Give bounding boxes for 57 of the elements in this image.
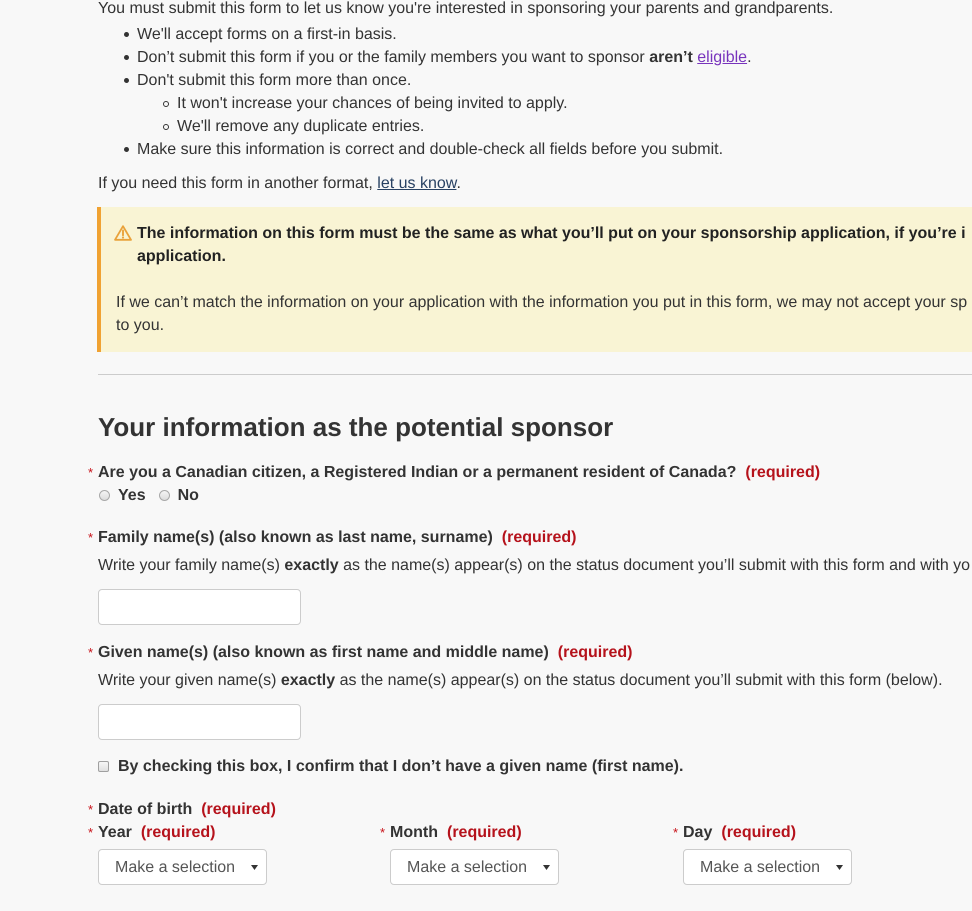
list-item-text: We'll remove any duplicate entries. [177, 117, 424, 137]
required-asterisk: * [88, 824, 94, 842]
section-heading: Your information as the potential sponsor [98, 412, 614, 442]
caret-icon [251, 864, 258, 870]
caret-icon [836, 864, 843, 870]
bullet-icon [124, 55, 129, 60]
required-note: (required) [446, 823, 522, 843]
caret-icon [543, 864, 550, 870]
field-label: Given name(s) (also known as first name and middle name) [98, 643, 549, 663]
hollow-bullet-icon [163, 100, 169, 106]
required-asterisk: * [380, 824, 386, 842]
required-asterisk: * [88, 464, 94, 482]
field-label: Day [683, 823, 712, 843]
checkbox[interactable] [98, 761, 109, 772]
intro-text: You must submit this form to let us know you're interested in sponsoring your parents and grandparents. [98, 0, 834, 19]
format-note-text: If you need this form in another format, let us know. [98, 174, 462, 194]
list-item-text: Don’t submit this form if you or the family members you want to sponsor aren’t eligible. [137, 48, 752, 68]
input-field[interactable] [98, 589, 301, 625]
required-asterisk: * [88, 801, 94, 819]
required-note: (required) [721, 823, 796, 843]
bullet-icon [124, 78, 129, 83]
radio-label[interactable]: Yes [118, 484, 146, 507]
radio-button[interactable] [158, 490, 170, 501]
warning-title-text: The information on this form must be the same as what you’ll put on your sponsorship application, if you’re i application. [137, 224, 966, 267]
list-item-text: Make sure this information is correct and double-check all fields before you submit. [137, 140, 724, 160]
field-label: Month [390, 823, 438, 843]
required-asterisk: * [673, 824, 680, 842]
bullet-icon [124, 147, 129, 152]
bullet-icon [124, 32, 129, 37]
required-note: (required) [502, 528, 576, 548]
field-label: Family name(s) (also known as last name, surname) [98, 528, 493, 548]
radio-button[interactable] [99, 490, 110, 501]
checkbox-label[interactable]: By checking this box, I confirm that I don’t have a given name (first name). [118, 755, 684, 778]
inline-link[interactable]: eligible [697, 49, 748, 66]
list-item-text: Don't submit this form more than once. [137, 71, 412, 91]
input-field[interactable] [98, 704, 301, 740]
field-label: Date of birth [98, 800, 192, 820]
help-text: Write your given name(s) exactly as the name(s) appear(s) on the status document you’ll submit with this form (below). [98, 671, 944, 691]
dropdown-select[interactable]: Make a selection [390, 849, 559, 885]
dropdown-select[interactable]: Make a selection [683, 849, 852, 885]
warning-icon [114, 225, 132, 241]
required-note: (required) [558, 643, 632, 663]
required-note: (required) [745, 463, 820, 483]
list-item-text: We'll accept forms on a first-in basis. [137, 25, 397, 45]
radio-label[interactable]: No [178, 484, 199, 507]
warning-body-text: If we can’t match the information on your application with the information you put in this form, we may not accept your sp to you. [116, 293, 968, 336]
dropdown-select[interactable]: Make a selection [98, 849, 267, 885]
required-asterisk: * [88, 529, 94, 547]
field-label: Are you a Canadian citizen, a Registered Indian or a permanent resident of Canada? [98, 463, 736, 483]
required-note: (required) [140, 823, 216, 843]
hollow-bullet-icon [163, 124, 169, 130]
list-item-text: It won't increase your chances of being invited to apply. [177, 94, 568, 114]
inline-link[interactable]: let us know [377, 175, 456, 192]
required-note: (required) [201, 800, 276, 820]
required-asterisk: * [88, 644, 94, 662]
field-label: Year [98, 823, 132, 843]
help-text: Write your family name(s) exactly as the name(s) appear(s) on the status document you’ll submit with this form and with yo [98, 556, 972, 576]
